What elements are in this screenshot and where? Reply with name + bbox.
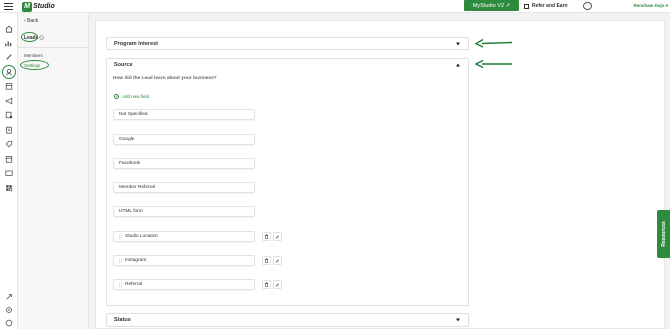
pencil-icon [276,235,279,239]
sync-icon[interactable] [39,35,44,40]
plus-circle-icon: + [114,94,119,99]
status-title: Status [114,317,131,323]
ad-board-icon[interactable] [5,169,13,176]
gift-icon [524,3,529,9]
settings-highlight-ring [20,60,49,70]
delete-button[interactable] [262,256,271,265]
delete-button[interactable] [262,232,271,241]
help-icon[interactable] [5,319,13,327]
source-option-field[interactable]: HTML form [113,206,255,217]
subnav-divider [18,47,89,48]
add-new-field-button[interactable]: + Add new field [114,94,149,99]
hamburger-menu-icon[interactable] [4,3,13,10]
megaphone-icon[interactable] [5,97,13,105]
chat-bubble-icon[interactable]: ··· [583,2,592,10]
tag-pencil-icon[interactable] [5,53,13,60]
drag-handle-icon[interactable] [119,258,122,263]
custom-source-field[interactable]: Referral [113,279,255,290]
clipboard-icon[interactable] [5,126,13,134]
resources-label: Resources [660,221,667,247]
custom-source-field[interactable]: Studio Location [113,231,255,242]
annotation-arrow-icon [474,59,512,69]
drag-handle-icon[interactable] [119,282,122,287]
icon-rail [0,13,18,329]
rocket-icon[interactable] [5,293,13,300]
source-option-field[interactable]: Google [113,134,255,145]
source-question: How did the Lead learn about your busine… [113,76,217,81]
delete-button[interactable] [262,280,271,289]
refer-and-earn-link[interactable]: Refer and Earn [524,2,568,10]
apps-grid-icon[interactable] [5,184,13,192]
top-bar: M Studio MyStudio V2 ↗ Refer and Earn ··… [0,0,670,13]
custom-source-field[interactable]: Instagram [113,255,255,266]
leads-subnav: ‹ Back Leads Members Settings [18,13,89,329]
price-tag-icon[interactable] [5,140,13,148]
calendar-icon[interactable] [5,82,13,90]
drag-handle-icon[interactable] [119,234,122,239]
trash-icon [264,234,269,239]
edit-button[interactable] [273,232,282,241]
pencil-icon [276,259,279,263]
chevron-down-icon [456,318,460,322]
logo-mark: M [22,1,32,12]
status-accordion[interactable]: Status [106,313,469,327]
dashboard-chart-icon[interactable] [5,39,13,47]
add-new-field-label: Add new field [122,94,150,99]
mystudio-v2-button[interactable]: MyStudio V2 ↗ [464,0,519,11]
user-menu[interactable]: Renshaw Dojo ▾ [633,3,668,9]
trash-icon [264,282,269,287]
pencil-icon [276,283,279,287]
source-option-field[interactable]: Facebook [113,158,255,169]
custom-source-label: Referral [125,282,143,287]
custom-source-label: Instagram [125,258,147,263]
attendance-icon[interactable] [5,111,13,119]
source-option-field[interactable]: Not Specified [113,109,255,120]
leads-icon-highlight-ring [2,65,16,79]
logo-text: Studio [33,3,55,10]
chevron-down-icon [456,42,460,45]
annotation-arrow-icon [474,38,513,48]
custom-source-label: Studio Location [125,234,159,239]
gear-icon[interactable] [5,306,13,313]
edit-button[interactable] [273,280,282,289]
source-option-field[interactable]: Member Referral [113,182,255,193]
logo[interactable]: M Studio [22,1,55,12]
leads-title-highlight-ring [21,32,38,42]
storefront-icon[interactable] [5,155,13,163]
subnav-item-members[interactable]: Members [24,53,43,58]
chevron-up-icon [456,63,460,67]
home-icon[interactable] [5,25,13,33]
trash-icon [264,258,269,263]
edit-button[interactable] [273,256,282,265]
back-label: Back [27,18,39,24]
source-title: Source [114,62,133,68]
refer-and-earn-label: Refer and Earn [532,3,568,9]
program-interest-title: Program Interest [114,40,159,47]
back-link[interactable]: ‹ Back [24,18,38,24]
resources-tab[interactable]: Resources [657,210,670,258]
program-interest-accordion[interactable]: Program Interest [106,37,469,50]
